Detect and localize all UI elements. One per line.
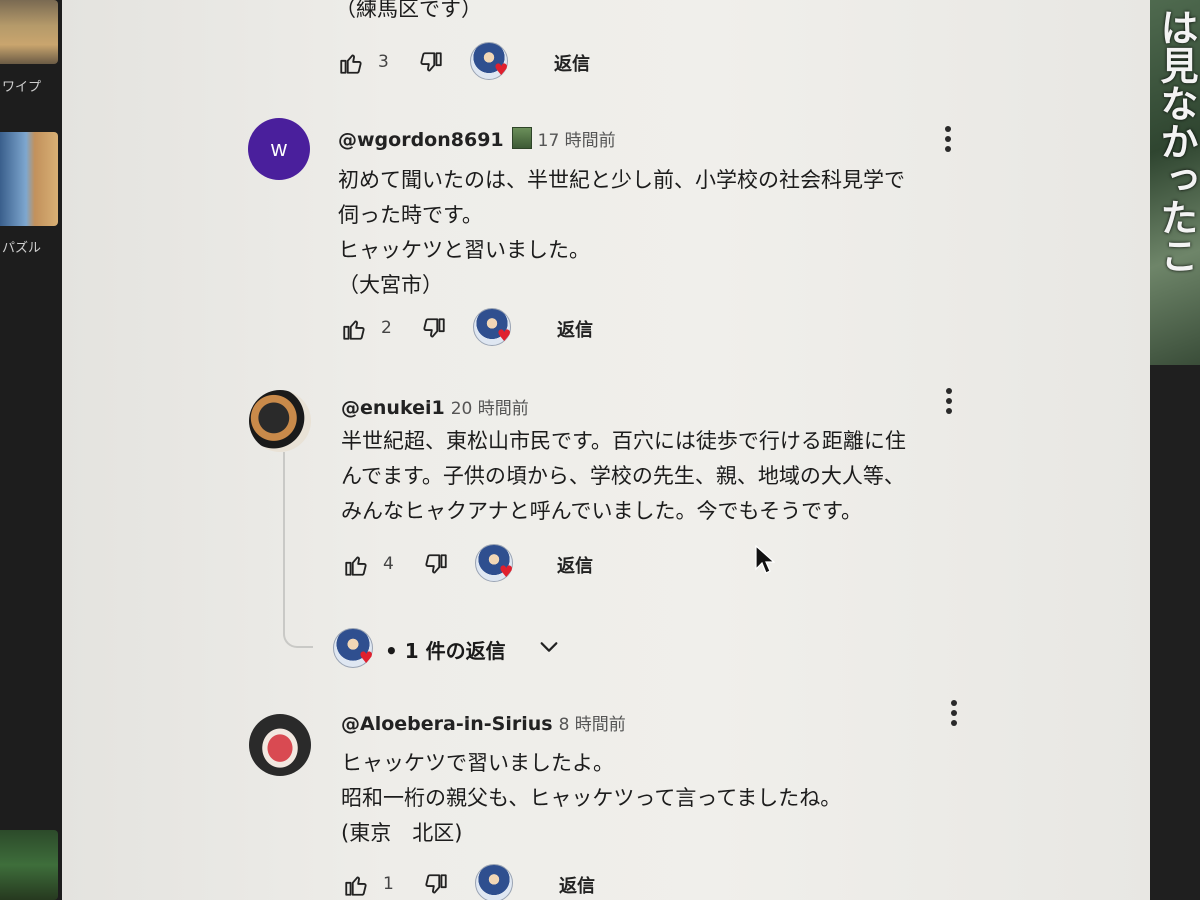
comment-header: @Aloebera-in-Sirius 8 時間前 — [341, 710, 626, 735]
user-avatar[interactable] — [249, 390, 311, 452]
like-icon[interactable] — [343, 552, 369, 578]
like-count: 3 — [378, 52, 389, 72]
more-options-icon[interactable] — [944, 388, 954, 418]
thread-connector — [283, 452, 313, 648]
like-icon[interactable] — [341, 316, 367, 342]
comment-header: @enukei1 20 時間前 — [341, 394, 529, 419]
thumbnail-caption: は見なかったこ — [1154, 8, 1198, 274]
replies-count-label: • 1 件の返信 — [385, 639, 506, 663]
more-options-icon[interactable] — [943, 126, 953, 156]
more-options-icon[interactable] — [949, 700, 959, 730]
video-thumbnail[interactable] — [0, 830, 58, 900]
reply-button[interactable]: 返信 — [557, 552, 593, 578]
comment-body: （練馬区です） — [335, 0, 482, 21]
comment-time[interactable]: 8 時間前 — [559, 715, 626, 735]
dislike-icon[interactable] — [421, 316, 447, 342]
comment-actions: 3 ♥ 返信 — [338, 42, 638, 86]
sidebar-label: パズル — [2, 241, 42, 256]
comment-time[interactable]: 17 時間前 — [538, 131, 616, 151]
chevron-down-icon — [540, 642, 558, 652]
comment-time[interactable]: 20 時間前 — [451, 399, 529, 419]
heart-icon: ♥ — [497, 326, 512, 345]
like-count: 4 — [383, 554, 394, 574]
comment-body: 初めて聞いたのは、半世紀と少し前、小学校の社会科見学で 伺った時です。 ヒャッケ… — [338, 168, 905, 297]
mouse-cursor-icon — [755, 545, 775, 574]
user-handle[interactable]: @enukei1 — [341, 397, 445, 419]
like-icon[interactable] — [338, 50, 364, 76]
avatar-letter: w — [271, 136, 287, 161]
heart-icon: ♥ — [494, 60, 509, 79]
reply-button[interactable]: 返信 — [557, 316, 593, 342]
user-handle[interactable]: @wgordon8691 — [338, 129, 504, 151]
heart-icon: ♥ — [499, 562, 514, 581]
right-panel: は見なかったこ — [1150, 0, 1200, 900]
sidebar-label: ワイプ — [2, 80, 42, 95]
left-sidebar: ワイプ パズル — [0, 0, 62, 900]
dislike-icon[interactable] — [423, 552, 449, 578]
dislike-icon[interactable] — [423, 872, 449, 898]
user-avatar[interactable] — [249, 714, 311, 776]
screen: ワイプ パズル は見なかったこ （練馬区です） 3 ♥ 返信 w @wgordo… — [0, 0, 1200, 900]
reply-button[interactable]: 返信 — [559, 872, 595, 898]
comment-actions: 4 ♥ 返信 — [343, 544, 643, 588]
like-count: 1 — [383, 874, 394, 894]
like-icon[interactable] — [343, 872, 369, 898]
user-handle[interactable]: @Aloebera-in-Sirius — [341, 713, 553, 735]
member-badge-icon — [511, 127, 532, 149]
video-thumbnail[interactable] — [0, 132, 58, 226]
dislike-icon[interactable] — [418, 50, 444, 76]
comment-actions: 2 ♥ 返信 — [341, 308, 641, 352]
comment-actions: 1 返信 — [343, 864, 643, 900]
video-thumbnail[interactable] — [0, 0, 58, 64]
comment-body: ヒャッケツで習いましたよ。 昭和一桁の親父も、ヒャッケツって言ってましたね。 (… — [341, 751, 842, 845]
reply-button[interactable]: 返信 — [554, 50, 590, 76]
comment-header: @wgordon8691 17 時間前 — [338, 126, 616, 151]
comment-body: 半世紀超、東松山市民です。百穴には徒歩で行ける距離に住 んでます。子供の頃から、… — [341, 429, 906, 523]
creator-avatar — [475, 864, 513, 900]
heart-icon: ♥ — [359, 648, 374, 667]
like-count: 2 — [381, 318, 392, 338]
user-avatar[interactable]: w — [248, 118, 310, 180]
